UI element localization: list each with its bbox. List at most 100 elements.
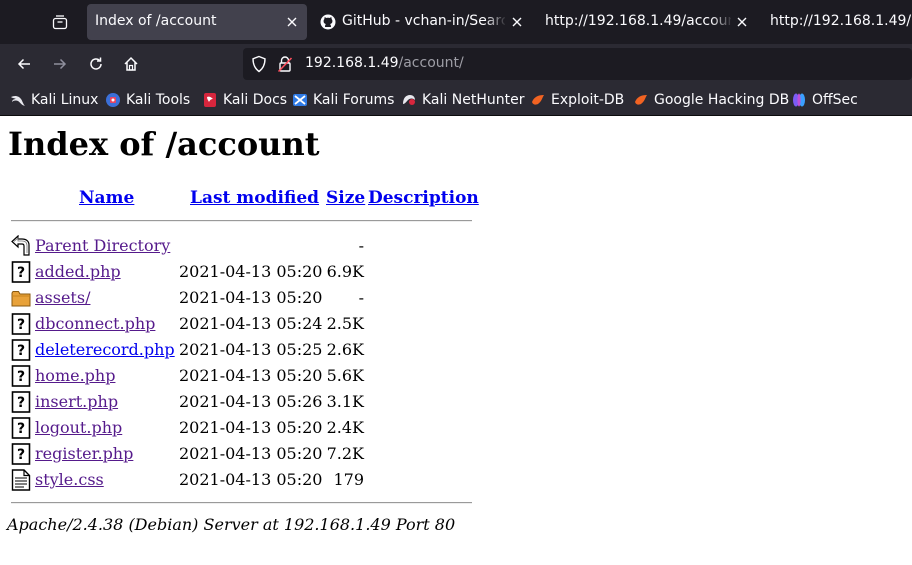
unknown-file-icon: ? xyxy=(11,391,31,413)
svg-text:?: ? xyxy=(17,265,25,281)
file-modified: 2021-04-13 05:20 xyxy=(179,366,323,385)
kali-docs-icon xyxy=(204,93,216,107)
table-row: ? added.php 2021-04-13 05:20 6.9K xyxy=(0,260,480,286)
tab-list-button[interactable] xyxy=(46,8,74,36)
file-link[interactable]: Parent Directory xyxy=(35,236,170,255)
unknown-file-icon: ? xyxy=(11,261,31,283)
tab-index-of-account[interactable]: Index of /account xyxy=(87,4,307,40)
offsec-icon xyxy=(793,93,805,107)
svg-text:?: ? xyxy=(17,395,25,411)
server-signature: Apache/2.4.38 (Debian) Server at 192.168… xyxy=(7,515,456,534)
file-size: 5.6K xyxy=(326,366,364,385)
file-size: 3.1K xyxy=(326,392,364,411)
tab-github[interactable]: GitHub - vchan-in/SearchSploit xyxy=(319,4,529,40)
file-size: - xyxy=(358,236,364,255)
unknown-file-icon: ? xyxy=(11,339,31,361)
tab-close-button[interactable] xyxy=(733,13,751,31)
bookmark-kali-docs[interactable]: Kali Docs xyxy=(202,91,287,109)
bookmark-offsec[interactable]: OffSec xyxy=(791,91,858,109)
close-icon xyxy=(737,17,747,27)
file-size: 179 xyxy=(333,470,364,489)
file-size: 6.9K xyxy=(326,262,364,281)
url-bar[interactable]: 192.168.1.49/account/ xyxy=(243,48,912,80)
tracking-protection-shield-icon[interactable] xyxy=(251,55,267,73)
file-link[interactable]: dbconnect.php xyxy=(35,314,155,333)
table-row: ? home.php 2021-04-13 05:20 5.6K xyxy=(0,364,480,390)
tab-root[interactable]: http://192.168.1.49/ xyxy=(770,4,912,40)
file-modified: 2021-04-13 05:20 xyxy=(179,418,323,437)
bookmark-kali-forums[interactable]: Kali Forums xyxy=(292,91,394,109)
file-modified: 2021-04-13 05:25 xyxy=(179,340,323,359)
column-header-size[interactable]: Size xyxy=(326,188,365,208)
kali-tools-icon xyxy=(106,93,120,107)
file-link[interactable]: register.php xyxy=(35,444,133,463)
table-row: ? register.php 2021-04-13 05:20 7.2K xyxy=(0,442,480,468)
file-link[interactable]: home.php xyxy=(35,366,115,385)
file-size: 2.4K xyxy=(326,418,364,437)
svg-text:?: ? xyxy=(17,447,25,463)
tab-close-button[interactable] xyxy=(283,13,301,31)
close-icon xyxy=(287,17,297,27)
bookmark-label: Kali NetHunter xyxy=(422,92,525,108)
reload-button[interactable] xyxy=(82,50,110,78)
bookmark-google-hacking-db[interactable]: Google Hacking DB xyxy=(633,91,789,109)
close-icon xyxy=(512,17,522,27)
bookmark-kali-tools[interactable]: Kali Tools xyxy=(105,91,190,109)
file-size: - xyxy=(358,288,364,307)
file-link[interactable]: deleterecord.php xyxy=(35,340,175,359)
divider xyxy=(11,220,472,222)
back-arrow-icon xyxy=(17,58,30,70)
column-header-description[interactable]: Description xyxy=(368,188,479,208)
tab-register[interactable]: http://192.168.1.49/account/register.php xyxy=(545,4,751,40)
page-content: Index of /account Name Last modified Siz… xyxy=(0,116,912,565)
table-row: ? dbconnect.php 2021-04-13 05:24 2.5K xyxy=(0,312,480,338)
forward-button[interactable] xyxy=(46,50,74,78)
kali-nethunter-icon xyxy=(403,95,415,105)
kali-dragon-icon xyxy=(11,95,25,106)
unknown-file-icon: ? xyxy=(11,443,31,465)
tab-title: http://192.168.1.49/account/register.php xyxy=(545,13,731,29)
tab-title: GitHub - vchan-in/SearchSploit xyxy=(342,13,505,29)
file-modified: 2021-04-13 05:20 xyxy=(179,470,323,489)
file-link[interactable]: insert.php xyxy=(35,392,118,411)
url-text[interactable]: 192.168.1.49/account/ xyxy=(305,55,464,71)
bookmark-kali-linux[interactable]: Kali Linux xyxy=(10,91,98,109)
ghdb-icon xyxy=(635,95,647,105)
home-button[interactable] xyxy=(117,50,145,78)
file-size: 7.2K xyxy=(326,444,364,463)
forward-arrow-icon xyxy=(54,58,67,70)
file-modified: 2021-04-13 05:24 xyxy=(179,314,323,333)
folder-icon xyxy=(11,291,31,307)
file-modified: 2021-04-13 05:20 xyxy=(179,444,323,463)
kali-forums-icon xyxy=(293,94,307,106)
file-link[interactable]: added.php xyxy=(35,262,121,281)
back-arrow-icon xyxy=(11,235,30,256)
svg-text:?: ? xyxy=(17,421,25,437)
svg-text:?: ? xyxy=(17,317,25,333)
bookmark-label: Kali Forums xyxy=(313,92,395,108)
divider xyxy=(11,502,472,504)
bookmark-label: Google Hacking DB xyxy=(654,92,790,108)
file-link[interactable]: logout.php xyxy=(35,418,122,437)
bookmark-label: Kali Linux xyxy=(31,92,99,108)
table-row: ? logout.php 2021-04-13 05:20 2.4K xyxy=(0,416,480,442)
back-button[interactable] xyxy=(10,50,38,78)
column-header-name[interactable]: Name xyxy=(79,188,134,208)
bookmark-exploit-db[interactable]: Exploit-DB xyxy=(530,91,624,109)
tab-close-button[interactable] xyxy=(508,13,526,31)
file-modified: 2021-04-13 05:20 xyxy=(179,288,323,307)
bookmark-label: Kali Tools xyxy=(126,92,191,108)
bookmark-kali-nethunter[interactable]: Kali NetHunter xyxy=(401,91,524,109)
browser-chrome: Index of /account GitHub - vchan-in/Sear… xyxy=(0,0,912,116)
unknown-file-icon: ? xyxy=(11,313,31,335)
file-link[interactable]: style.css xyxy=(35,470,104,489)
exploit-db-icon xyxy=(532,95,544,105)
file-modified: 2021-04-13 05:20 xyxy=(179,262,323,281)
column-header-last-modified[interactable]: Last modified xyxy=(190,188,319,208)
github-icon xyxy=(320,14,336,30)
tab-title: Index of /account xyxy=(95,13,217,29)
home-icon xyxy=(124,56,138,71)
reload-icon xyxy=(90,57,102,70)
file-link[interactable]: assets/ xyxy=(35,288,90,307)
insecure-lock-icon[interactable] xyxy=(277,55,293,73)
